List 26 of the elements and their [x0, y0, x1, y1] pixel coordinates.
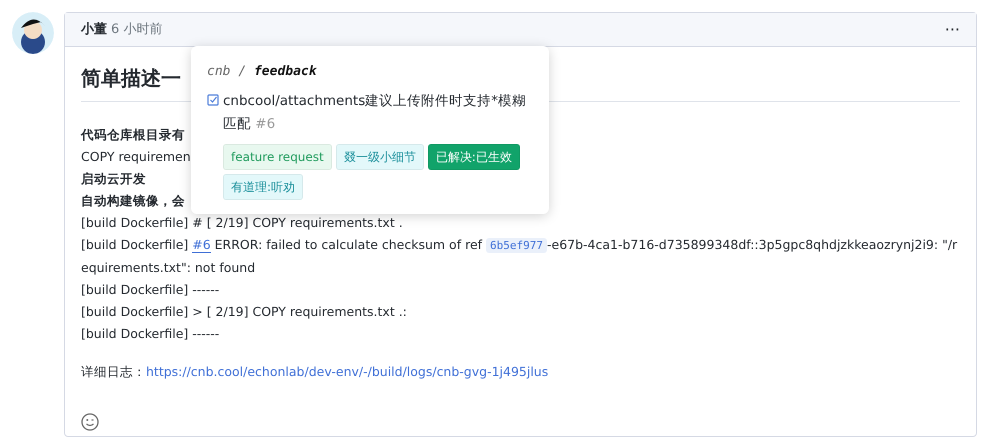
log-line: 代码仓库根目录有 [81, 126, 185, 144]
issue-title[interactable]: cnbcool/attachments建议上传附件时支持*模糊匹配 #6 [223, 90, 533, 136]
issue-icon [207, 94, 219, 106]
comment-title: 简单描述一 [81, 66, 181, 90]
author-name[interactable]: 小董 [81, 20, 107, 40]
issue-label[interactable]: 叕一级小细节 [336, 144, 424, 170]
log-line: [build Dockerfile] #6 ERROR: failed to calculate checksum of ref 6b5ef977 -e67b-4ca1-b716-d735899348df::3p5gpc8qhdjzkkeaozrynj2i9: "/requirements.txt": not found [81, 236, 958, 277]
commit-ref[interactable]: 6b5ef977 [486, 238, 547, 253]
log-line: 启动云开发 [81, 170, 146, 188]
emoji-reaction-icon[interactable] [81, 413, 99, 431]
timestamp: 6 小时前 [111, 20, 162, 39]
issue-label[interactable]: 有道理:听劝 [223, 174, 304, 200]
log-line: [build Dockerfile] # [ 2/19] COPY requirements.txt . [81, 214, 403, 232]
avatar[interactable] [12, 12, 54, 54]
issue-label[interactable]: feature request [223, 144, 332, 170]
repo-path[interactable]: cnb / feedback [207, 64, 317, 79]
issue-label[interactable]: 已解决:已生效 [428, 144, 520, 170]
log-line: [build Dockerfile] ------ [81, 325, 220, 343]
more-menu-button[interactable]: ··· [944, 22, 960, 38]
log-label: 详细日志： [81, 364, 146, 379]
log-line: [build Dockerfile] ------ [81, 281, 220, 299]
log-line: 自动构建镜像，会 [81, 192, 185, 210]
log-link[interactable]: https://cnb.cool/echonlab/dev-env/-/build/logs/cnb-gvg-1j495jlus [146, 364, 548, 379]
issue-link[interactable]: #6 [192, 237, 211, 253]
log-line: COPY requiremen [81, 148, 191, 166]
log-line: [build Dockerfile] > [ 2/19] COPY requirements.txt .: [81, 303, 407, 321]
